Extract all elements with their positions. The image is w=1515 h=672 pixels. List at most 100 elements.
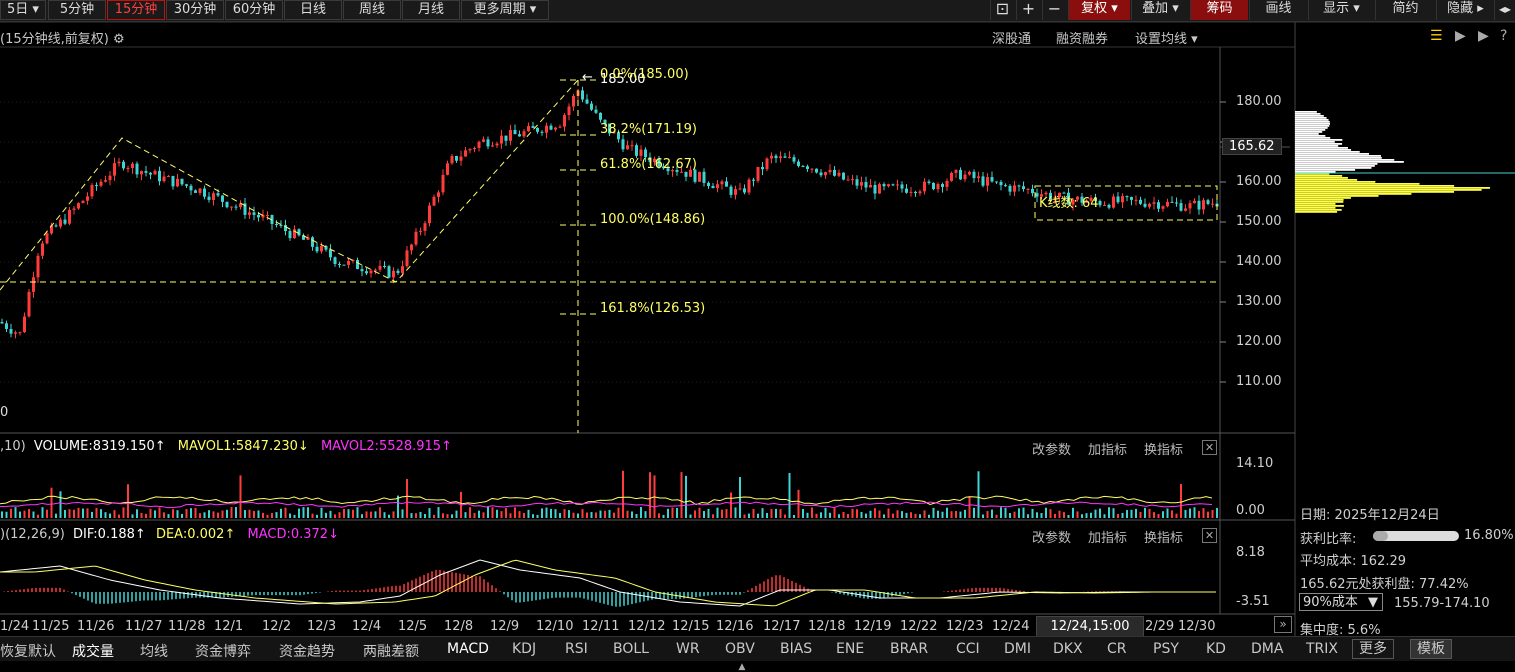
tab-更多[interactable]: 更多: [1352, 639, 1394, 659]
volume-close-icon[interactable]: ✕: [1202, 440, 1217, 455]
volume-bar: [622, 470, 624, 518]
volume-y-bottom: 0.00: [1236, 503, 1265, 518]
macd-close-icon[interactable]: ✕: [1202, 528, 1217, 543]
tab-RSI[interactable]: RSI: [565, 641, 588, 657]
scroll-right-icon[interactable]: »: [1274, 616, 1292, 633]
x-axis-label: 12/18: [808, 619, 846, 634]
tab-ENE[interactable]: ENE: [836, 641, 864, 657]
tab-CCI[interactable]: CCI: [956, 641, 980, 657]
tab-BOLL[interactable]: BOLL: [613, 641, 649, 657]
candle-body: [878, 184, 881, 194]
candle-body: [896, 184, 899, 186]
candle-body: [432, 196, 436, 206]
candle-body: [468, 149, 472, 151]
volume-bar: [703, 511, 705, 518]
volume-bar: [941, 511, 944, 518]
candle-body: [1161, 206, 1165, 209]
candle-body: [1157, 202, 1160, 209]
y-label: 130.00: [1236, 294, 1282, 309]
tab-成交量[interactable]: 成交量: [72, 641, 114, 661]
tab-DKX[interactable]: DKX: [1053, 641, 1083, 657]
tab-资金趋势[interactable]: 资金趋势: [279, 641, 335, 661]
macd-edit-params[interactable]: 改参数: [1032, 527, 1071, 546]
candle-body: [225, 201, 229, 208]
volume-bar: [329, 510, 332, 518]
macd-header: )(12,26,9) DIF:0.188↑ DEA:0.002↑ MACD:0.…: [0, 527, 339, 542]
expand-handle-icon[interactable]: ▲: [722, 662, 762, 672]
volume-bar: [892, 513, 894, 518]
candle-body: [1116, 196, 1120, 203]
tab-BIAS[interactable]: BIAS: [780, 641, 812, 657]
candle-body: [36, 255, 40, 278]
volume-bar: [100, 509, 102, 518]
tab-模板[interactable]: 模板: [1410, 639, 1452, 659]
current-price-tag: 165.62: [1222, 138, 1282, 155]
volume-bar: [248, 509, 251, 518]
candle-body: [1130, 197, 1133, 200]
tab-DMA[interactable]: DMA: [1251, 641, 1283, 657]
tab-BRAR[interactable]: BRAR: [890, 641, 928, 657]
volume-edit-params[interactable]: 改参数: [1032, 439, 1071, 458]
chip-date-row: 日期: 2025年12月24日: [1300, 508, 1440, 523]
candle-body: [279, 224, 283, 226]
x-axis-label: 12/2: [262, 619, 292, 634]
macd-add-indicator[interactable]: 加指标: [1088, 527, 1127, 546]
tab-TRIX[interactable]: TRIX: [1306, 641, 1338, 657]
tab-均线[interactable]: 均线: [140, 641, 168, 661]
candle-body: [977, 176, 980, 179]
candle-body: [81, 200, 85, 204]
tab-restore-default[interactable]: 恢复默认: [0, 641, 56, 661]
volume-bar: [5, 511, 8, 518]
candle-body: [383, 265, 386, 267]
volume-bar: [496, 509, 498, 518]
candle-body: [32, 277, 35, 292]
volume-bar: [284, 507, 287, 518]
volume-bar: [536, 514, 539, 518]
candle-body: [216, 193, 220, 196]
volume-bar: [185, 509, 188, 518]
candle-body: [585, 99, 589, 104]
volume-switch-indicator[interactable]: 换指标: [1144, 439, 1183, 458]
tab-CR[interactable]: CR: [1107, 641, 1127, 657]
tab-OBV[interactable]: OBV: [725, 641, 755, 657]
candle-body: [437, 192, 440, 197]
volume-bar: [334, 514, 336, 518]
macd-switch-indicator[interactable]: 换指标: [1144, 527, 1183, 546]
volume-bar: [446, 514, 449, 518]
tab-资金博弈[interactable]: 资金博弈: [195, 641, 251, 661]
candle-body: [882, 184, 886, 187]
chip-bar: [1295, 113, 1321, 115]
x-axis-label: 1/24: [0, 619, 30, 634]
volume-bar: [901, 511, 903, 518]
volume-bar: [770, 509, 773, 518]
volume-add-indicator[interactable]: 加指标: [1088, 439, 1127, 458]
candle-body: [122, 161, 125, 169]
cost-percent-select[interactable]: 90%成本 ▼: [1299, 593, 1383, 611]
candle-body: [144, 171, 148, 173]
tab-KD[interactable]: KD: [1206, 641, 1226, 657]
volume-bar: [140, 512, 143, 518]
chip-bar: [1295, 203, 1336, 205]
candle-body: [0, 322, 4, 324]
volume-bar: [545, 507, 548, 518]
volume-bar: [113, 510, 116, 518]
volume-bar: [271, 512, 273, 518]
candle-body: [5, 323, 8, 329]
kline-chart[interactable]: [0, 0, 1515, 672]
candle-body: [77, 203, 80, 209]
tab-两融差额[interactable]: 两融差额: [363, 641, 419, 661]
volume-bar: [550, 508, 552, 518]
tab-KDJ[interactable]: KDJ: [512, 641, 536, 657]
volume-bar: [1117, 513, 1119, 518]
candle-body: [1098, 201, 1102, 206]
tab-DMI[interactable]: DMI: [1004, 641, 1031, 657]
volume-bar: [487, 507, 489, 518]
volume-bar: [136, 509, 138, 518]
candle-body: [707, 182, 710, 186]
volume-bar: [469, 507, 471, 518]
candle-body: [752, 179, 755, 181]
x-axis-label: 11/27: [125, 619, 163, 634]
tab-PSY[interactable]: PSY: [1153, 641, 1179, 657]
tab-WR[interactable]: WR: [676, 641, 700, 657]
tab-MACD[interactable]: MACD: [447, 641, 489, 657]
